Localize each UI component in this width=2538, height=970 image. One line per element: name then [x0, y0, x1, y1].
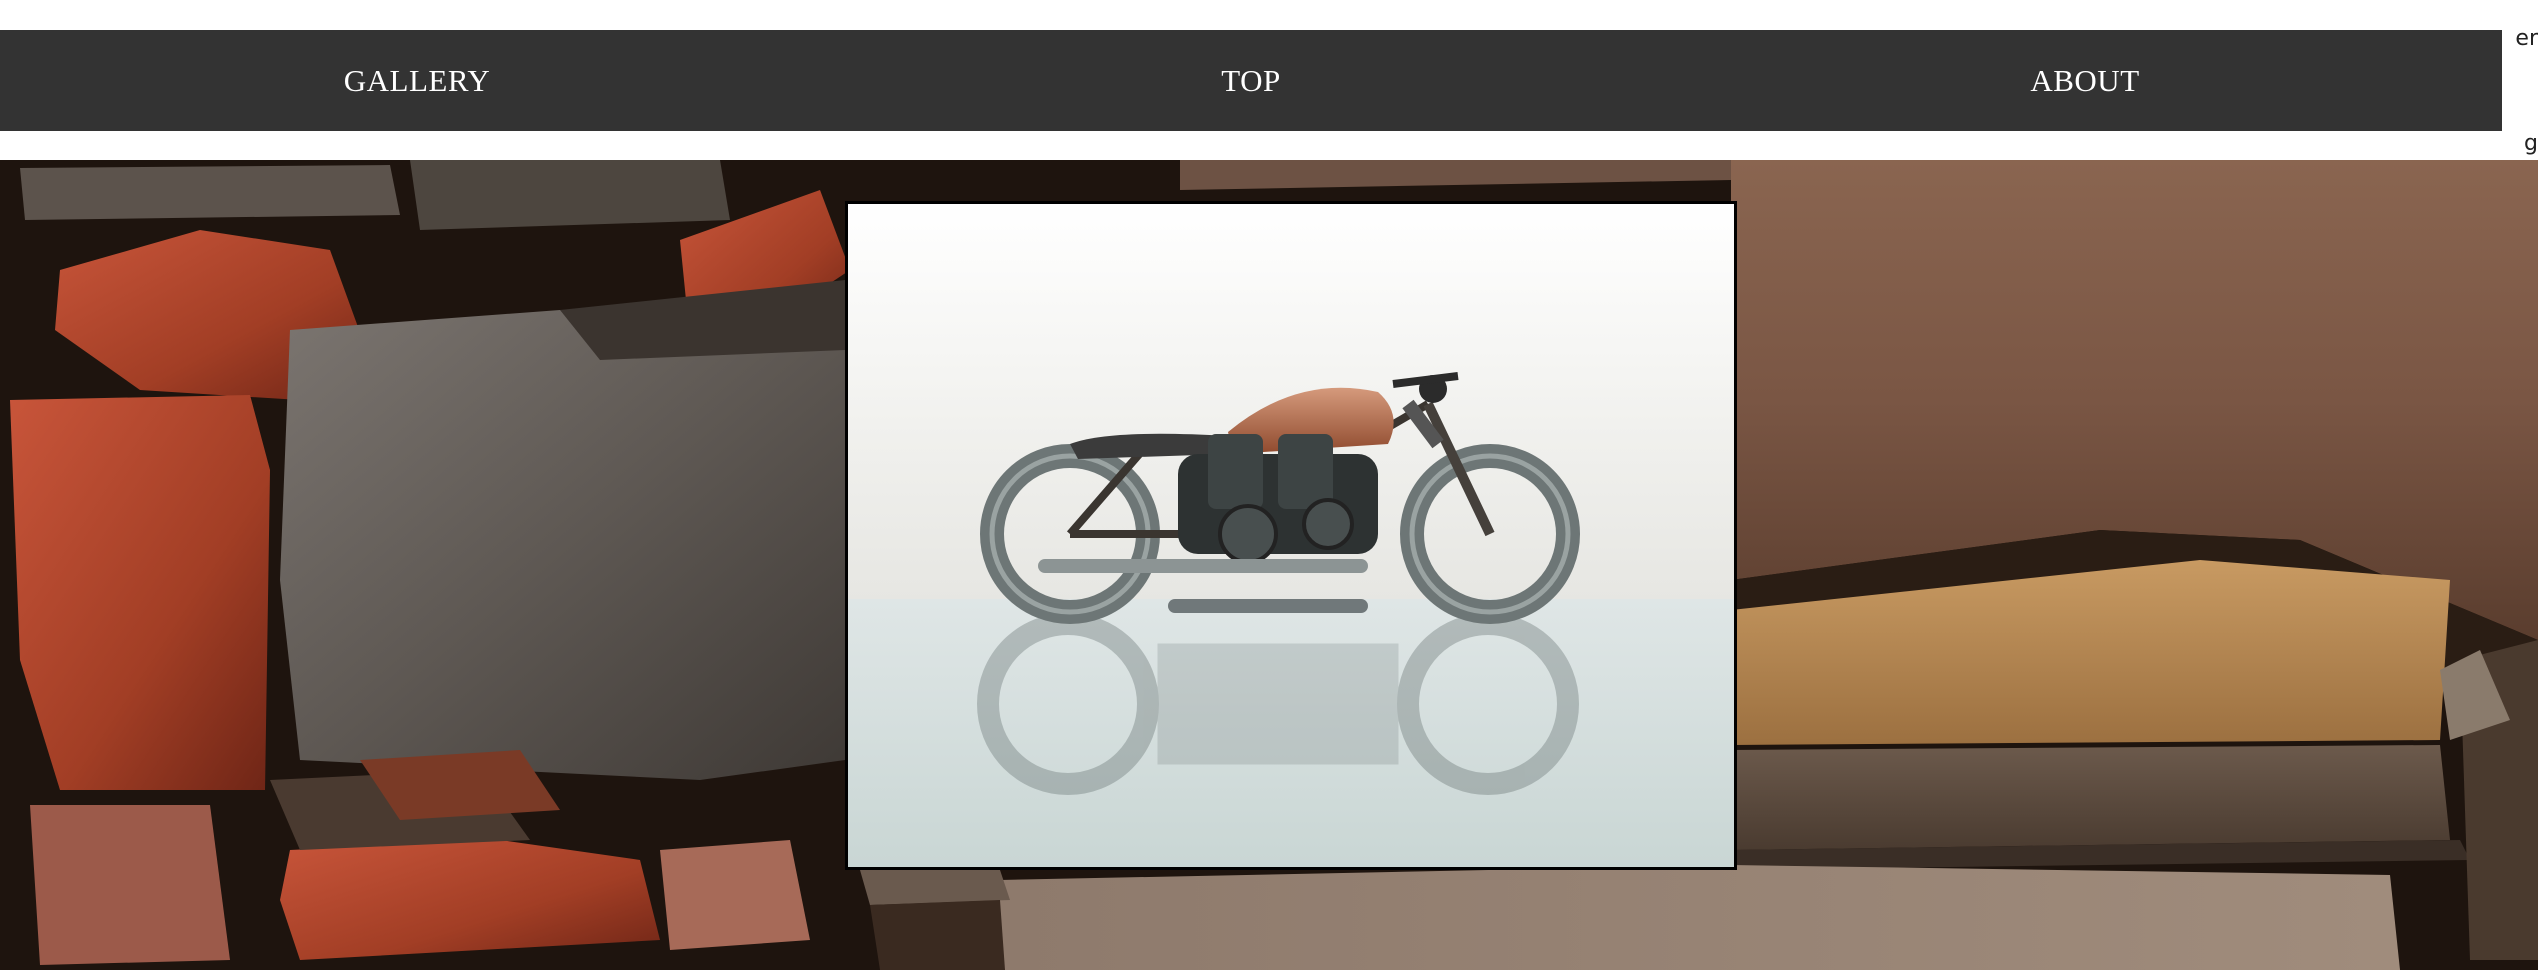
nav-gallery-link[interactable]: GALLERY — [0, 63, 834, 99]
clipped-sidebar-text: g — [2524, 131, 2538, 156]
featured-motorcycle-image — [845, 201, 1737, 870]
hero-section — [0, 160, 2538, 970]
main-nav: GALLERY TOP ABOUT — [0, 30, 2502, 131]
nav-about-link[interactable]: ABOUT — [1668, 63, 2502, 99]
nav-top-link[interactable]: TOP — [834, 63, 1668, 99]
clipped-sidebar-text: er — [2515, 26, 2538, 51]
motorcycle-sculpture-graphic — [848, 204, 1734, 867]
page: GALLERY TOP ABOUT er g — [0, 0, 2538, 970]
